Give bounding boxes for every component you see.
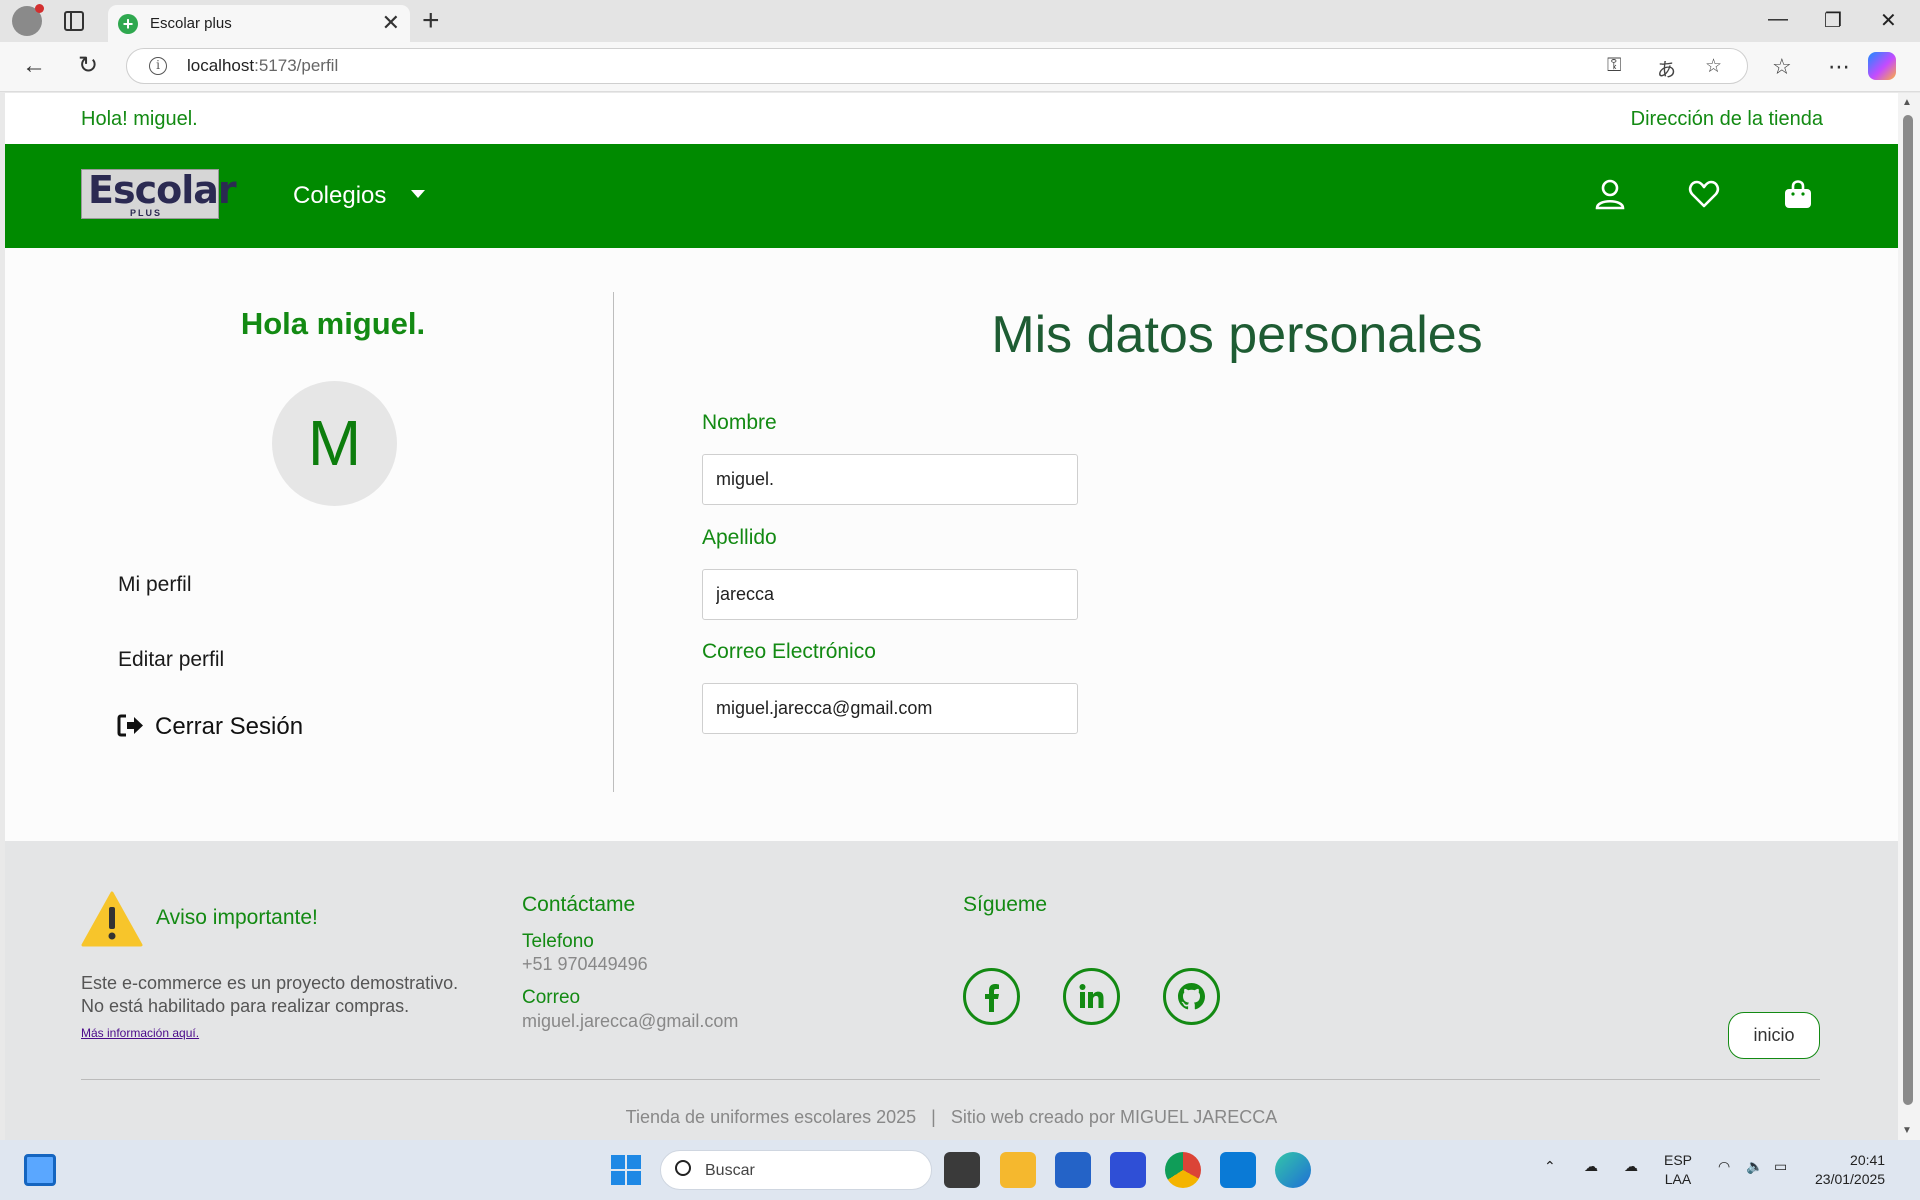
- nombre-field[interactable]: [702, 454, 1078, 505]
- sidebar-item-mi-perfil[interactable]: Mi perfil: [118, 573, 192, 597]
- aviso-text-2: No está habilitado para realizar compras…: [81, 996, 410, 1016]
- main-navbar: Escolar PLUS Colegios: [5, 144, 1898, 248]
- language-indicator[interactable]: ESP LAA: [1664, 1151, 1692, 1189]
- tab-title: Escolar plus: [150, 15, 232, 32]
- footer-email-label: Correo: [522, 987, 581, 1008]
- chrome-icon[interactable]: [1165, 1152, 1201, 1188]
- logout-button[interactable]: Cerrar Sesión: [155, 713, 303, 741]
- translate-icon[interactable]: あ: [1657, 55, 1676, 82]
- sidebar-greeting: Hola miguel.: [240, 306, 426, 341]
- page-scrollbar[interactable]: ▲ ▼: [1898, 93, 1920, 1140]
- new-tab-icon[interactable]: +: [422, 4, 440, 38]
- follow-title: Sígueme: [963, 893, 1048, 916]
- phone-label: Telefono: [522, 931, 594, 952]
- favorites-icon[interactable]: ☆: [1772, 54, 1792, 80]
- facebook-button[interactable]: [963, 968, 1020, 1025]
- aviso-text-1: Este e-commerce es un proyecto demostrat…: [81, 973, 459, 993]
- reload-icon[interactable]: ↻: [78, 52, 98, 80]
- warning-icon: [81, 891, 143, 947]
- app-icon[interactable]: [1110, 1152, 1146, 1188]
- inicio-button[interactable]: inicio: [1728, 1012, 1820, 1059]
- address-bar: ← ↻ i localhost:5173/perfil ⚿ あ ☆ ☆ ⋯: [0, 42, 1920, 92]
- footer-email-value: miguel.jarecca@gmail.com: [522, 1011, 739, 1031]
- clock[interactable]: 20:41 23/01/2025: [1815, 1151, 1885, 1189]
- minimize-icon[interactable]: —: [1768, 8, 1788, 31]
- apellido-label: Apellido: [702, 526, 777, 549]
- linkedin-icon: [1079, 984, 1104, 1008]
- onedrive-icon[interactable]: ☁: [1584, 1158, 1598, 1175]
- github-button[interactable]: [1163, 968, 1220, 1025]
- copyright-text: Tienda de uniformes escolares 2025 | Sit…: [625, 1107, 1278, 1127]
- phone-value: +51 970449496: [522, 954, 648, 974]
- browser-tab[interactable]: + Escolar plus ✕: [108, 5, 410, 42]
- scroll-thumb[interactable]: [1903, 115, 1913, 1105]
- onedrive-2-icon[interactable]: ☁: [1624, 1158, 1638, 1175]
- colegios-dropdown[interactable]: Colegios: [293, 182, 386, 210]
- volume-icon[interactable]: 🔈: [1746, 1158, 1763, 1175]
- close-window-icon[interactable]: ✕: [1880, 8, 1897, 33]
- top-strip: Hola! miguel. Dirección de la tienda: [5, 93, 1898, 144]
- taskbar-search[interactable]: Buscar: [660, 1150, 932, 1190]
- show-hidden-icons-icon[interactable]: ⌃: [1544, 1158, 1556, 1175]
- windows-start-icon[interactable]: [611, 1155, 641, 1185]
- task-view-icon[interactable]: [944, 1152, 980, 1188]
- nombre-label: Nombre: [702, 411, 777, 434]
- wifi-icon[interactable]: ◠: [1718, 1158, 1730, 1175]
- windows-taskbar: Buscar ⌃ ☁ ☁ ESP LAA ◠ 🔈 ▭ 20:41 23/01/202…: [0, 1140, 1920, 1200]
- password-key-icon[interactable]: ⚿: [1607, 55, 1621, 77]
- tab-favicon-icon: +: [118, 14, 138, 34]
- battery-icon[interactable]: ▭: [1774, 1158, 1787, 1175]
- site-info-icon[interactable]: i: [149, 57, 167, 75]
- page: Hola! miguel. Dirección de la tienda Esc…: [5, 93, 1898, 1140]
- footer: Aviso importante! Este e-commerce es un …: [5, 841, 1898, 1140]
- scroll-up-icon[interactable]: ▲: [1902, 97, 1912, 108]
- browser-profile-icon[interactable]: [12, 4, 44, 36]
- file-explorer-icon[interactable]: [1000, 1152, 1036, 1188]
- aviso-title: Aviso importante!: [156, 906, 318, 929]
- search-icon: [675, 1160, 691, 1176]
- shopping-bag-icon[interactable]: [1782, 178, 1814, 210]
- url-text: localhost:5173/perfil: [187, 56, 339, 75]
- email-field[interactable]: [702, 683, 1078, 734]
- vscode-icon[interactable]: [1220, 1152, 1256, 1188]
- facebook-icon: [985, 984, 999, 1012]
- more-info-link[interactable]: Más información aquí.: [81, 1026, 199, 1040]
- copilot-icon[interactable]: [1868, 52, 1896, 80]
- contact-title: Contáctame: [522, 893, 636, 916]
- tab-close-icon[interactable]: ✕: [382, 11, 400, 35]
- top-greeting: Hola! miguel.: [81, 108, 198, 130]
- tab-actions-icon[interactable]: [64, 11, 84, 31]
- edge-icon[interactable]: [1275, 1152, 1311, 1188]
- more-icon[interactable]: ⋯: [1828, 54, 1850, 80]
- sidebar-item-editar-perfil[interactable]: Editar perfil: [118, 648, 224, 672]
- restore-icon[interactable]: ❐: [1824, 8, 1842, 33]
- browser-tab-bar: + Escolar plus ✕ + — ❐ ✕: [0, 0, 1920, 42]
- scroll-down-icon[interactable]: ▼: [1902, 1125, 1912, 1136]
- email-label: Correo Electrónico: [702, 640, 876, 663]
- avatar: M: [272, 381, 397, 506]
- chevron-down-icon[interactable]: [411, 190, 425, 198]
- escolar-plus-logo[interactable]: Escolar PLUS: [81, 169, 237, 219]
- github-icon: [1178, 983, 1205, 1010]
- apellido-field[interactable]: [702, 569, 1078, 620]
- back-icon[interactable]: ←: [22, 52, 46, 80]
- linkedin-button[interactable]: [1063, 968, 1120, 1025]
- store-address-link[interactable]: Dirección de la tienda: [1631, 108, 1823, 131]
- favorite-star-icon[interactable]: ☆: [1705, 55, 1722, 78]
- store-icon[interactable]: [1055, 1152, 1091, 1188]
- user-icon[interactable]: [1594, 178, 1626, 210]
- widgets-icon[interactable]: [24, 1154, 56, 1186]
- heart-icon[interactable]: [1688, 178, 1720, 210]
- page-title: Mis datos personales: [991, 306, 1483, 364]
- profile-sidebar: Hola miguel. M Mi perfil Editar perfil C…: [5, 292, 614, 792]
- url-field[interactable]: i localhost:5173/perfil ⚿ あ ☆: [126, 48, 1748, 84]
- footer-divider: [81, 1079, 1820, 1080]
- logout-icon[interactable]: [117, 713, 145, 739]
